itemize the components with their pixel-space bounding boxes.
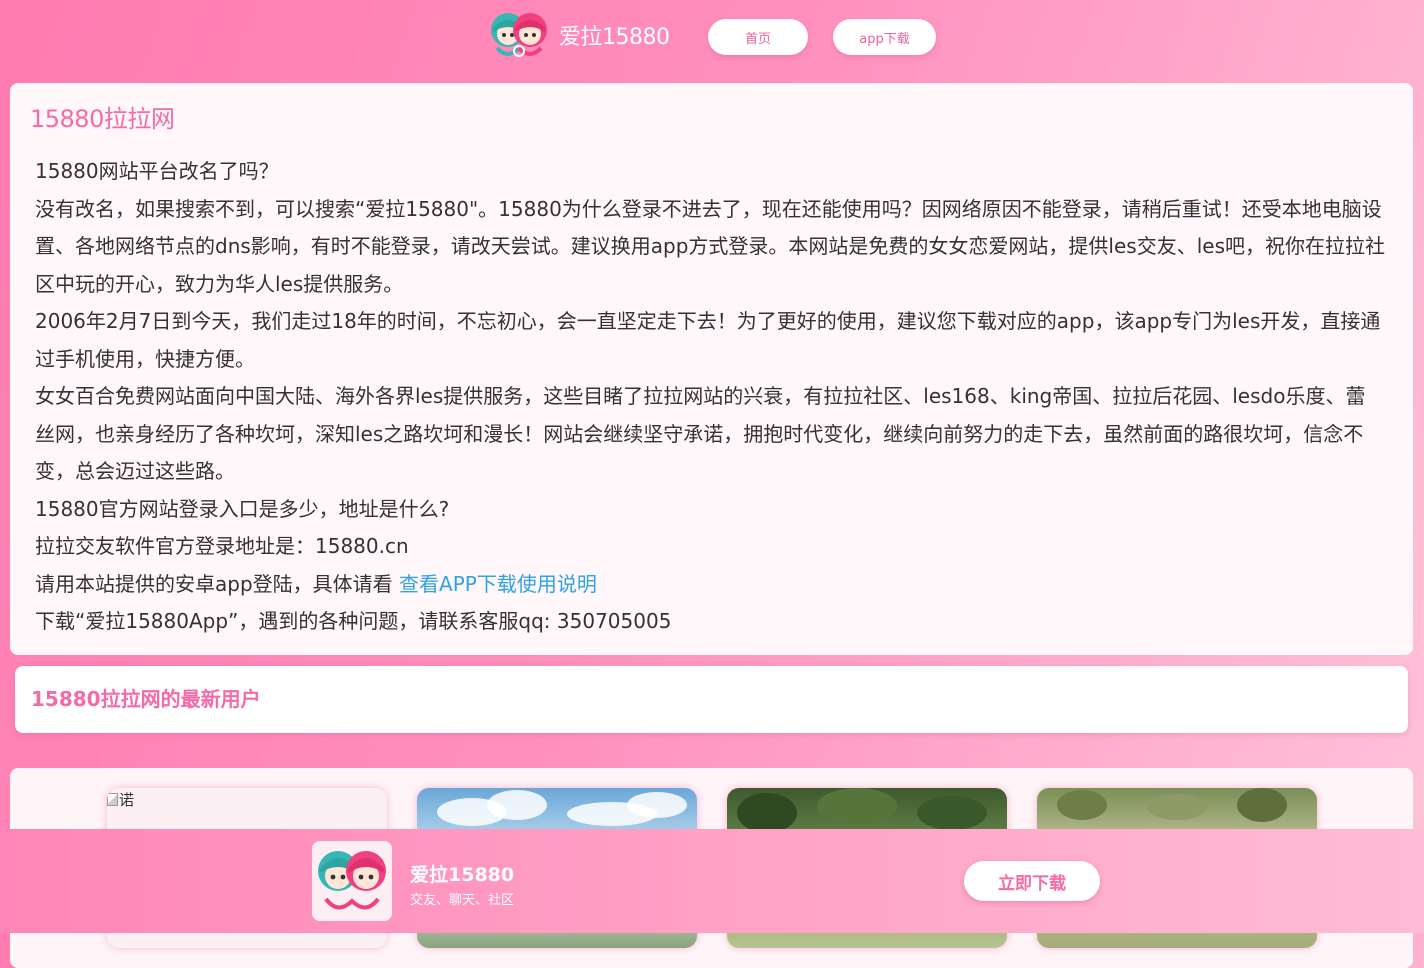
download-now-button[interactable]: 立即下载 <box>964 861 1100 901</box>
latest-users-card: 15880拉拉网的最新用户 <box>15 666 1408 733</box>
intro-paragraph: 2006年2月7日到今天，我们走过18年的时间，不忘初心，会一直坚定走下去！为了… <box>35 309 1381 371</box>
app-name: 爱拉15880 <box>410 864 515 886</box>
intro-paragraph: 拉拉交友软件官方登录地址是：15880.cn <box>35 534 409 558</box>
intro-paragraph: 女女百合免费网站面向中国大陆、海外各界les提供服务，这些目睹了拉拉网站的兴衰，… <box>35 384 1366 483</box>
intro-text: 15880网站平台改名了吗？ 没有改名，如果搜索不到，可以搜索“爱拉15880"… <box>35 153 1385 641</box>
brand-name: 爱拉15880 <box>559 25 670 50</box>
nav-home-button[interactable]: 首页 <box>708 19 808 55</box>
brand[interactable]: 爱拉15880 <box>488 10 670 60</box>
app-instruction-line: 请用本站提供的安卓app登陆，具体请看 查看APP下载使用说明 <box>35 566 1385 604</box>
intro-paragraph: 没有改名，如果搜索不到，可以搜索“爱拉15880"。15880为什么登录不进去了… <box>35 196 1385 296</box>
contact-line: 下载“爱拉15880App”，遇到的各种问题，请联系客服qq: 35070500… <box>35 609 672 633</box>
two-girls-logo-icon <box>488 10 550 60</box>
intro-paragraph: 15880官方网站登录入口是多少，地址是什么? <box>35 496 450 521</box>
app-guide-link[interactable]: 查看APP下载使用说明 <box>399 572 597 596</box>
intro-paragraph: 15880网站平台改名了吗？ <box>35 159 279 183</box>
latest-users-title: 15880拉拉网的最新用户 <box>31 687 261 711</box>
download-banner: 爱拉15880 交友、聊天、社区 立即下载 <box>0 829 1424 933</box>
image-alt-text: 诺 <box>119 791 135 809</box>
app-subtitle: 交友、聊天、社区 <box>410 893 515 908</box>
nav-app-download-button[interactable]: app下载 <box>833 19 936 55</box>
top-bar: 爱拉15880 首页 app下载 <box>0 0 1424 76</box>
app-instruction-text: 请用本站提供的安卓app登陆，具体请看 <box>35 571 400 596</box>
intro-card: 15880拉拉网 15880网站平台改名了吗？ 没有改名，如果搜索不到，可以搜索… <box>10 83 1413 655</box>
intro-title: 15880拉拉网 <box>30 105 175 133</box>
app-logo-icon <box>312 841 392 921</box>
broken-image-icon: 诺 <box>107 789 134 810</box>
